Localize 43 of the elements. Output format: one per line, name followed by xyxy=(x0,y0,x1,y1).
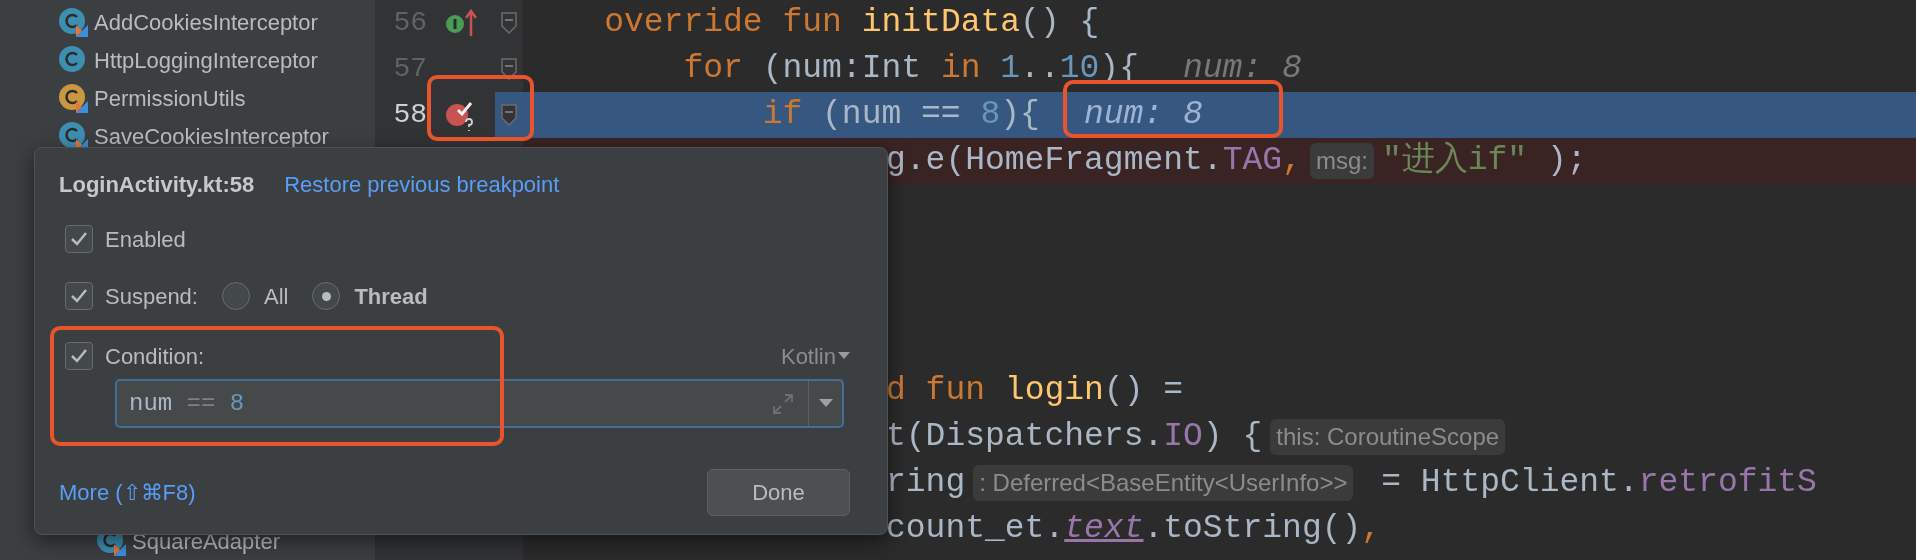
radio-button[interactable] xyxy=(312,282,341,310)
done-button[interactable]: Done xyxy=(707,469,850,516)
code-line: override fun initData() { xyxy=(603,3,1100,44)
checkbox-label: Suspend: xyxy=(105,282,198,311)
fold-marker-icon[interactable] xyxy=(501,12,517,34)
code-line: t(Dispatchers.IO) { this: CoroutineScope xyxy=(886,412,1514,462)
line-number: 58 xyxy=(393,99,427,130)
class-icon xyxy=(58,7,88,37)
code-line: ring : Deferred<BaseEntity<UserInfo>> = HttpClient.retrofitS xyxy=(886,463,1817,504)
check-icon xyxy=(70,231,88,247)
inlay-hint: this: CoroutineScope xyxy=(1270,419,1506,455)
checkbox[interactable] xyxy=(65,225,93,253)
override-marker-icon[interactable] xyxy=(444,8,478,38)
code-line: count_et.text.toString(), xyxy=(886,509,1382,550)
dropdown-icon[interactable] xyxy=(818,399,833,408)
restore-link[interactable]: Restore previous breakpoint xyxy=(284,167,560,201)
breakpoint-title: LoginActivity.kt:58 xyxy=(59,170,255,199)
more-link[interactable]: More (⇧⌘F8) xyxy=(59,476,196,509)
inlay-hint: : Deferred<BaseEntity<UserInfo>> xyxy=(973,465,1354,501)
language-selector[interactable]: Kotlin xyxy=(780,339,836,373)
condition-field[interactable]: num == 8 xyxy=(115,379,844,428)
caret-icon xyxy=(838,352,850,360)
code-line: if (num == 8){ xyxy=(761,95,1040,136)
checkbox[interactable] xyxy=(65,282,93,310)
inlay-hint: msg: xyxy=(1309,143,1374,179)
radio-label: Thread xyxy=(354,282,428,311)
check-icon xyxy=(70,348,88,364)
code-line: g.e(HomeFragment.TAG, msg: "进入if" ); xyxy=(886,140,1587,182)
checkbox[interactable] xyxy=(65,342,93,370)
tree-item[interactable]: PermissionUtils xyxy=(94,81,246,115)
tree-item[interactable]: HttpLoggingInterceptor xyxy=(94,43,318,77)
inline-value: num: 8 xyxy=(1083,95,1203,136)
fold-marker-icon[interactable] xyxy=(501,104,517,126)
checkbox-label: Enabled xyxy=(105,225,186,254)
class-icon xyxy=(58,83,88,113)
checkbox-label: Condition: xyxy=(105,342,205,371)
radio-label: All xyxy=(263,282,289,311)
check-icon xyxy=(70,288,88,304)
radio-button[interactable] xyxy=(221,282,250,310)
inline-value: num: 8 xyxy=(1182,49,1302,90)
code-line: d fun login() = xyxy=(886,371,1184,412)
tree-item[interactable]: AddCookiesInterceptor xyxy=(94,5,318,39)
class-icon xyxy=(58,45,88,75)
